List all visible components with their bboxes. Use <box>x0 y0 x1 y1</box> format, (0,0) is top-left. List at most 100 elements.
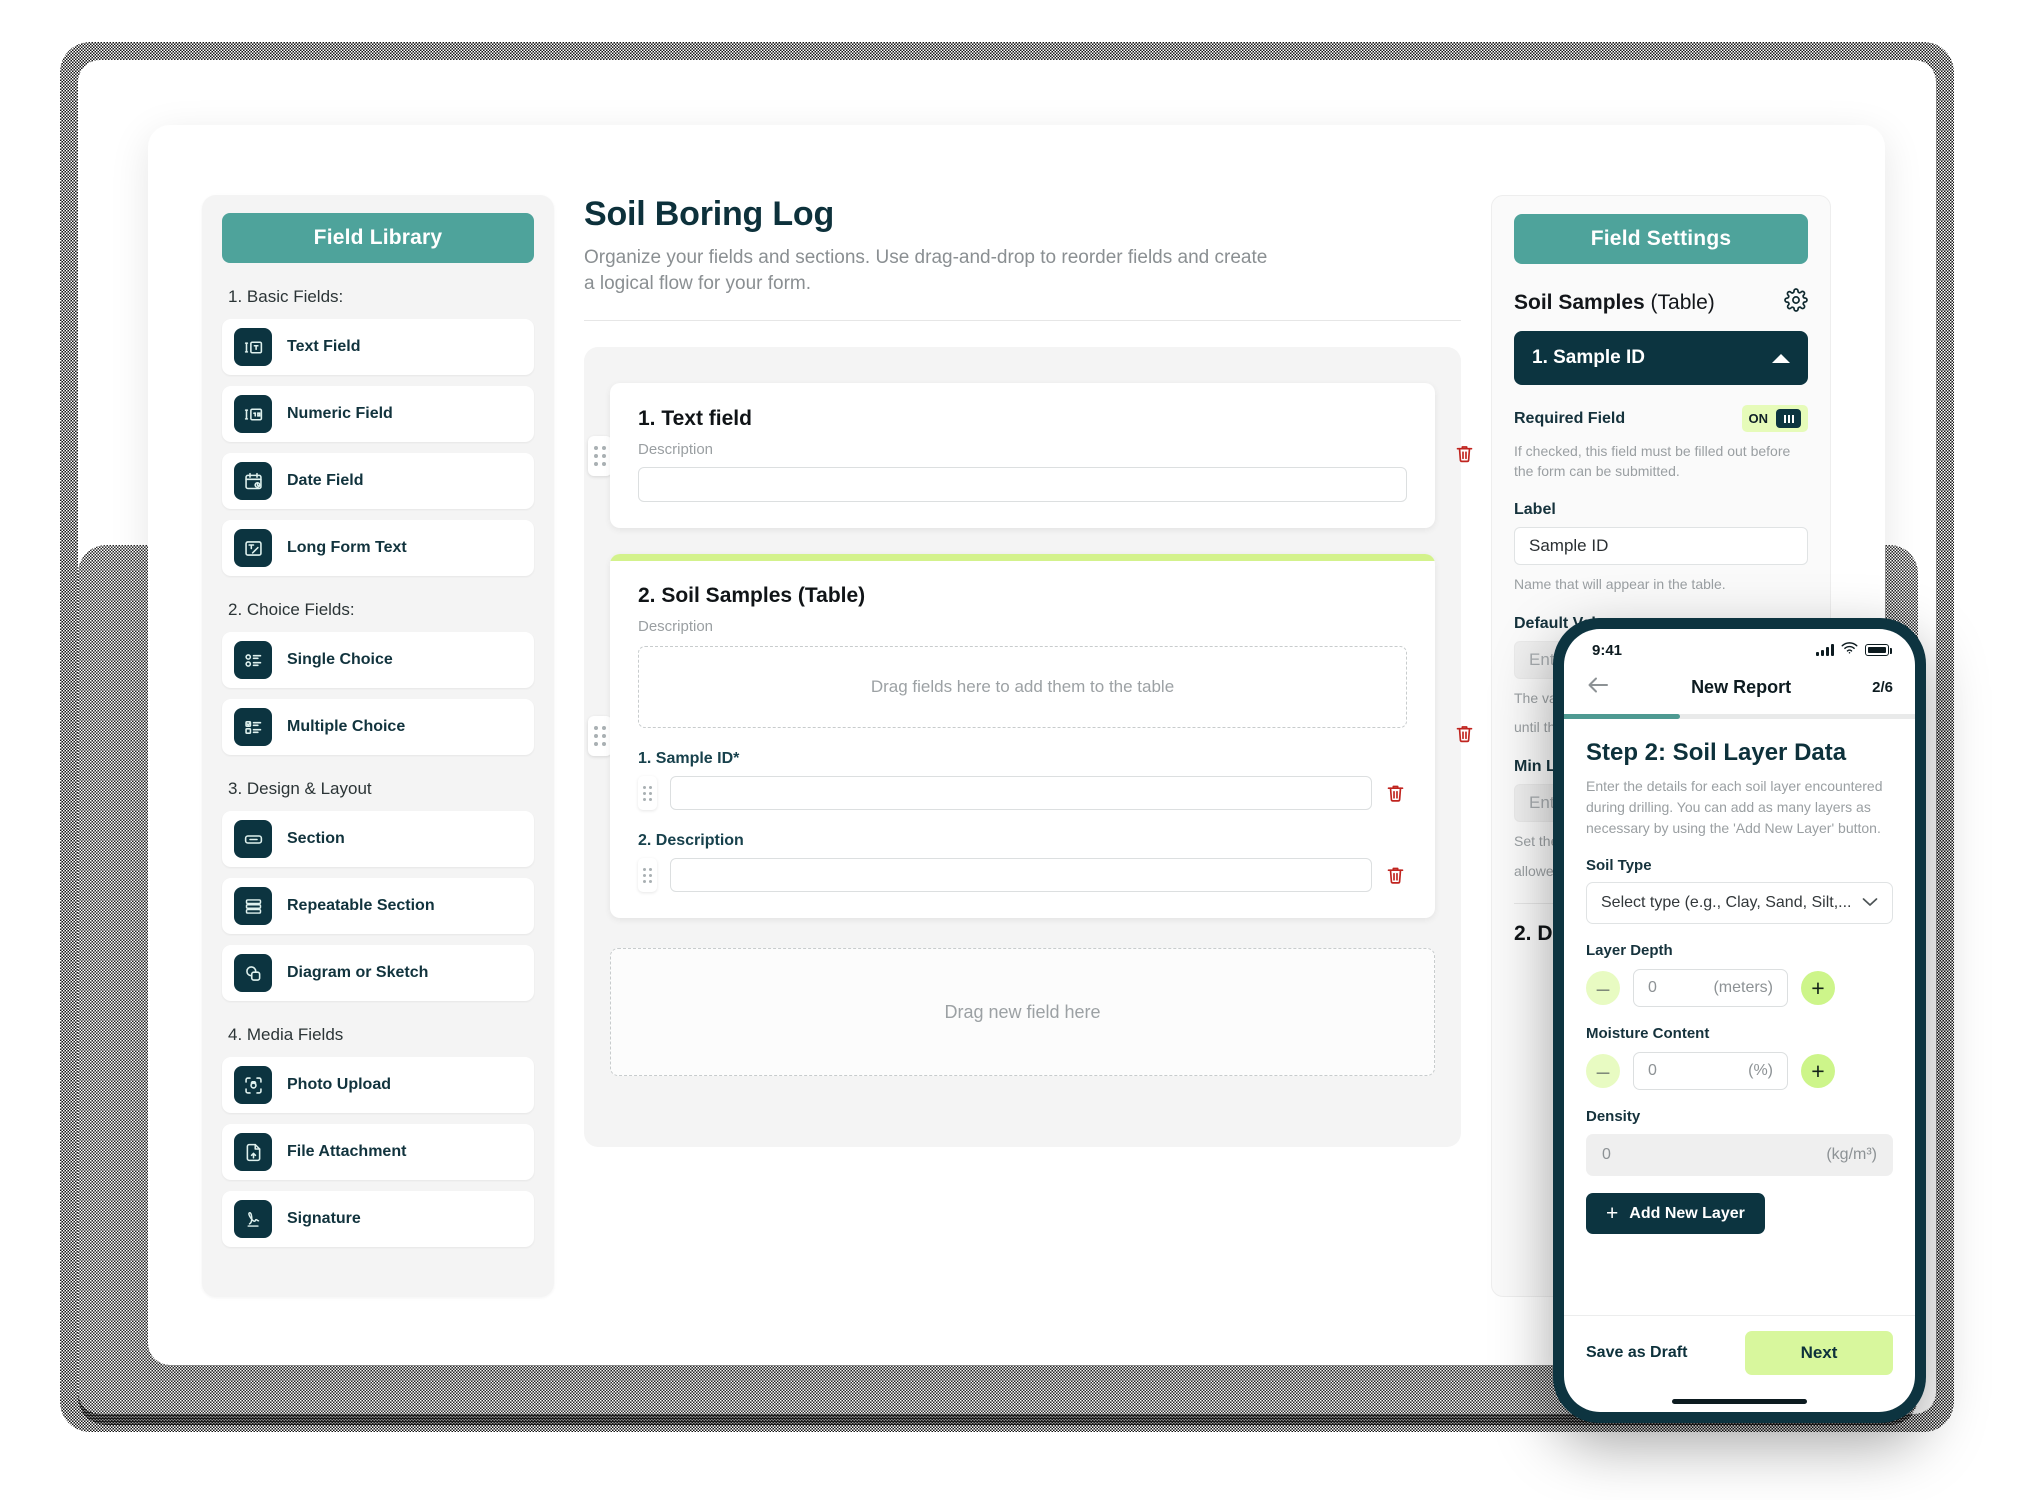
field-card-text-field[interactable]: 1. Text field Description <box>610 383 1435 529</box>
field-item-diagram-or-sketch[interactable]: Diagram or Sketch <box>222 945 534 1001</box>
moisture-input[interactable]: 0 (%) <box>1633 1052 1788 1090</box>
moisture-decrement-button[interactable]: – <box>1586 1054 1620 1088</box>
field-item-photo-upload[interactable]: Photo Upload <box>222 1057 534 1113</box>
file-attachment-icon <box>234 1133 272 1171</box>
cellular-signal-icon <box>1816 644 1834 656</box>
page-subtitle: Organize your fields and sections. Use d… <box>584 247 1268 295</box>
subfield-label: 2. Description <box>638 832 744 850</box>
field-settings-accordion-sample-id[interactable]: 1. Sample ID <box>1514 331 1808 385</box>
soil-type-select[interactable]: Select type (e.g., Clay, Sand, Silt,... <box>1586 882 1893 924</box>
moisture-content-stepper: – 0 (%) + <box>1586 1052 1893 1090</box>
field-group-title-design: 3. Design & Layout <box>228 779 372 798</box>
toggle-knob-icon <box>1776 409 1801 428</box>
home-indicator <box>1672 1399 1807 1404</box>
delete-field-button[interactable] <box>1454 723 1475 750</box>
drag-dots-icon <box>643 785 652 801</box>
field-item-multiple-choice[interactable]: Multiple Choice <box>222 699 534 755</box>
moisture-value: 0 <box>1648 1062 1657 1079</box>
subfield-input[interactable] <box>670 858 1372 893</box>
layer-depth-unit: (meters) <box>1713 979 1773 996</box>
phone-step-counter: 2/6 <box>1872 679 1893 696</box>
moisture-content-label: Moisture Content <box>1586 1025 1710 1042</box>
field-settings-header: Field Settings <box>1514 214 1808 264</box>
numeric-field-icon <box>234 395 272 433</box>
label-setting-help: Name that will appear in the table. <box>1514 576 1726 593</box>
field-item-label: Date Field <box>287 472 364 489</box>
field-card-wrapper: 1. Text field Description <box>588 383 1473 529</box>
back-arrow-icon[interactable] <box>1586 675 1610 700</box>
layer-depth-input[interactable]: 0 (meters) <box>1633 969 1788 1007</box>
field-item-text-field[interactable]: Text Field <box>222 319 534 375</box>
subfield-drag-handle[interactable] <box>638 776 657 811</box>
chevron-up-icon <box>1772 353 1790 363</box>
density-input[interactable]: 0 (kg/m³) <box>1586 1134 1893 1176</box>
label-setting-input[interactable]: Sample ID <box>1514 527 1808 566</box>
delete-subfield-button[interactable] <box>1385 782 1407 804</box>
date-field-icon <box>234 462 272 500</box>
density-label: Density <box>1586 1108 1641 1125</box>
field-item-date-field[interactable]: Date Field <box>222 453 534 509</box>
page-title: Soil Boring Log <box>584 195 835 233</box>
moisture-increment-button[interactable]: + <box>1801 1054 1835 1088</box>
subfield-input[interactable] <box>670 776 1372 811</box>
phone-footer: Save as Draft Next <box>1564 1315 1915 1393</box>
subfield-row <box>638 776 1407 811</box>
field-item-repeatable-section[interactable]: Repeatable Section <box>222 878 534 934</box>
phone-step-heading: Step 2: Soil Layer Data <box>1586 739 1847 766</box>
chevron-down-icon <box>1862 894 1878 912</box>
single-choice-icon <box>234 641 272 679</box>
field-item-label: Multiple Choice <box>287 718 406 735</box>
subfield-drag-handle[interactable] <box>638 858 657 893</box>
field-item-label: Section <box>287 830 345 847</box>
drag-handle[interactable] <box>588 716 612 757</box>
field-item-section[interactable]: Section <box>222 811 534 867</box>
field-item-numeric-field[interactable]: Numeric Field <box>222 386 534 442</box>
subfield-description: 2. Description <box>638 832 1407 893</box>
field-item-signature[interactable]: Signature <box>222 1191 534 1247</box>
delete-field-button[interactable] <box>1454 442 1475 469</box>
layer-depth-increment-button[interactable]: + <box>1801 971 1835 1005</box>
field-item-file-attachment[interactable]: File Attachment <box>222 1124 534 1180</box>
phone-nav-bar: New Report 2/6 <box>1564 671 1915 714</box>
new-field-dropzone[interactable]: Drag new field here <box>610 948 1435 1077</box>
required-field-help: If checked, this field must be filled ou… <box>1514 443 1791 479</box>
delete-subfield-button[interactable] <box>1385 864 1407 886</box>
field-item-long-form-text[interactable]: Long Form Text <box>222 520 534 576</box>
field-card-title: 2. Soil Samples (Table) <box>638 584 866 608</box>
field-item-label: Text Field <box>287 338 361 355</box>
diagram-or-sketch-icon <box>234 954 272 992</box>
save-as-draft-button[interactable]: Save as Draft <box>1586 1344 1687 1362</box>
drag-handle[interactable] <box>588 435 612 476</box>
required-field-label: Required Field <box>1514 409 1626 427</box>
fields-drop-area: 1. Text field Description 2. Soil Sample… <box>584 347 1473 1148</box>
layer-depth-label: Layer Depth <box>1586 942 1673 959</box>
field-card-input[interactable] <box>638 467 1407 503</box>
subfield-row <box>638 858 1407 893</box>
required-field-toggle[interactable]: ON <box>1741 405 1808 432</box>
field-item-label: Single Choice <box>287 651 393 668</box>
drag-dots-icon <box>594 445 606 466</box>
next-button[interactable]: Next <box>1745 1331 1893 1375</box>
field-item-label: Signature <box>287 1210 361 1227</box>
field-group-title-choice: 2. Choice Fields: <box>228 600 355 619</box>
field-library-header: Field Library <box>222 213 534 263</box>
section-icon <box>234 820 272 858</box>
field-library-panel: Field Library 1. Basic Fields: Text Fiel… <box>202 195 554 1297</box>
repeatable-section-icon <box>234 887 272 925</box>
gear-icon[interactable] <box>1784 288 1808 317</box>
field-card-wrapper: 2. Soil Samples (Table) Description Drag… <box>588 554 1473 919</box>
add-new-layer-button[interactable]: + Add New Layer <box>1586 1193 1765 1234</box>
signature-icon <box>234 1200 272 1238</box>
density-unit: (kg/m³) <box>1826 1146 1877 1163</box>
form-canvas: Soil Boring Log Organize your fields and… <box>584 195 1473 1365</box>
moisture-unit: (%) <box>1748 1062 1773 1079</box>
field-card-description-label: Description <box>638 618 714 636</box>
field-item-label: Long Form Text <box>287 539 407 556</box>
layer-depth-decrement-button[interactable]: – <box>1586 971 1620 1005</box>
field-group-title-basic: 1. Basic Fields: <box>228 287 344 306</box>
field-card-soil-samples-table[interactable]: 2. Soil Samples (Table) Description Drag… <box>610 554 1435 919</box>
photo-upload-icon <box>234 1066 272 1104</box>
table-field-dropzone[interactable]: Drag fields here to add them to the tabl… <box>638 646 1407 729</box>
phone-status-bar: 9:41 <box>1564 629 1915 671</box>
field-item-single-choice[interactable]: Single Choice <box>222 632 534 688</box>
